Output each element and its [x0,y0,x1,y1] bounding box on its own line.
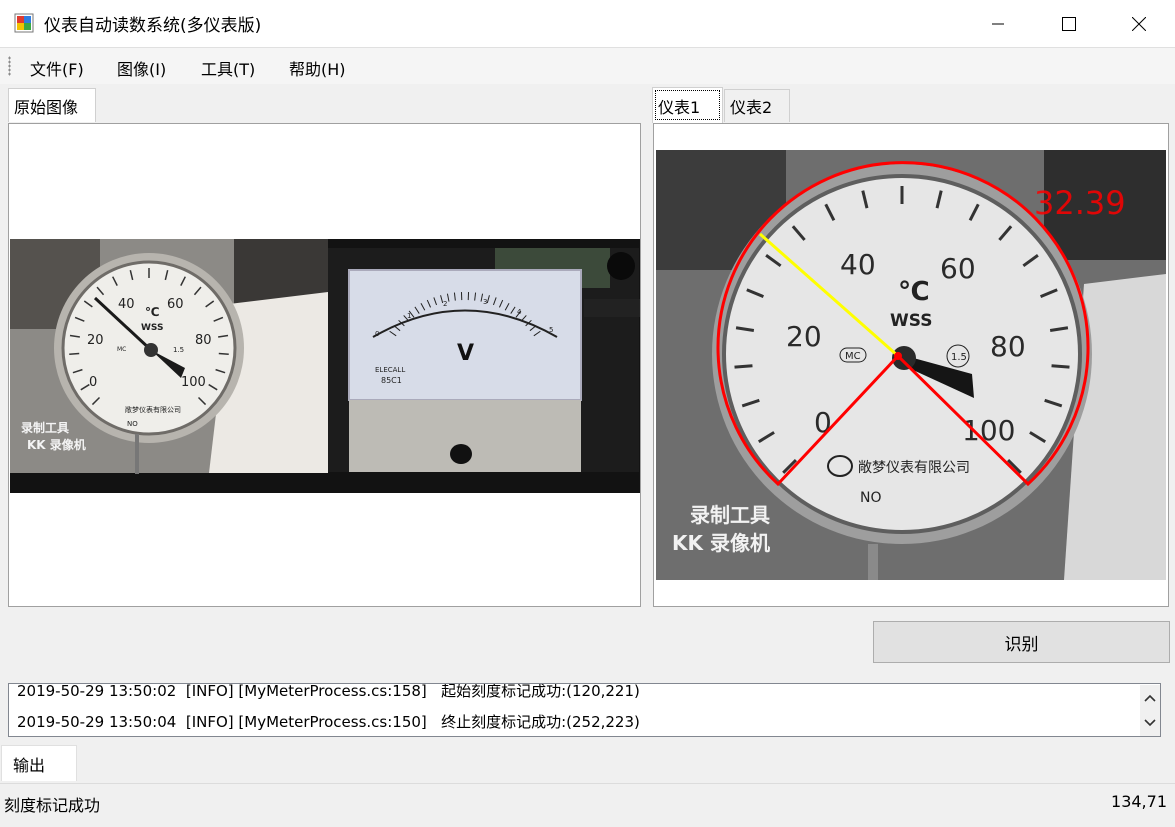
menu-bar [0,48,1175,84]
thermo-scale-0: 0 [89,375,97,390]
menu-tools[interactable]: 工具(T) [201,56,255,80]
volt-unit: V [457,341,474,366]
meter-scale-60: 60 [940,252,976,285]
meter-serial: NO [860,490,882,506]
window-title: 仪表自动读数系统(多仪表版) [44,11,261,36]
app-icon [14,13,34,33]
status-coordinates: 134,71 [1111,792,1167,811]
maximize-button[interactable] [1046,0,1092,47]
status-message: 刻度标记成功 [4,792,100,816]
tab-output[interactable]: 输出 [1,745,77,781]
log-line: 2019-50-29 13:50:02 [INFO] [MyMeterProce… [17,683,640,701]
thermo-scale-100: 100 [181,375,206,390]
status-bar [0,783,1175,827]
menu-help[interactable]: 帮助(H) [289,56,346,80]
thermo-scale-20: 20 [87,333,104,348]
minimize-icon [992,18,1004,30]
dial-tick [1052,366,1070,367]
meter-scale-100: 100 [962,414,1015,447]
meter-accuracy: 1.5 [951,352,967,363]
meter-scale-40: 40 [840,248,876,281]
close-button[interactable] [1116,0,1162,47]
meter-scale-80: 80 [990,330,1026,363]
tab-meter-1[interactable]: 仪表1 [652,87,723,123]
menu-image[interactable]: 图像(I) [117,56,166,80]
volt-scale-5: 5 [549,326,553,334]
meter-scale-20: 20 [786,320,822,353]
thermo-watermark-2: KK 录像机 [27,437,86,452]
menu-grip [8,56,11,76]
dial-tick [219,353,229,354]
volt-scale-0: 0 [375,330,379,338]
volt-brand: ELECALL [375,366,405,374]
log-line: 2019-50-29 13:50:04 [INFO] [MyMeterProce… [17,711,640,732]
original-image-panel: 0 20 40 60 80 100 ℃ WSS MC 1.5 敞梦仪表有限公司 … [8,123,641,607]
menu-file[interactable]: 文件(F) [30,56,84,80]
meter-view-panel: 0 20 40 60 80 100 ℃ WSS MC 1.5 敞梦仪表有限公司 … [653,123,1169,607]
volt-scale-4: 4 [517,308,522,316]
dial-tick [735,366,753,367]
thermo-model: WSS [141,323,164,333]
thermo-scale-60: 60 [167,297,184,312]
maximize-icon [1062,17,1076,31]
meter-model: WSS [890,311,932,331]
pointer-center-dot [894,352,902,360]
meter-watermark-2: KK 录像机 [672,531,770,555]
thermo-watermark-1: 录制工具 [21,420,69,435]
meter-image: 0 20 40 60 80 100 ℃ WSS MC 1.5 敞梦仪表有限公司 … [654,124,1168,606]
thermo-badge-mc: MC [117,346,126,353]
minimize-button[interactable] [975,0,1021,47]
output-log[interactable]: 2019-50-29 13:50:02 [INFO] [MyMeterProce… [8,683,1161,737]
original-image: 0 20 40 60 80 100 ℃ WSS MC 1.5 敞梦仪表有限公司 … [9,124,640,606]
meter-unit: ℃ [898,277,929,307]
thermo-scale-80: 80 [195,333,212,348]
meter-watermark-1: 录制工具 [690,503,770,527]
tab-meter-2[interactable]: 仪表2 [724,89,790,122]
thermo-brand: 敞梦仪表有限公司 [125,405,181,414]
close-icon [1132,17,1146,31]
volt-model: 85C1 [381,376,402,385]
meter-reading: 32.39 [1034,184,1126,222]
dial-tick [69,353,79,354]
volt-scale-1: 1 [407,312,411,320]
log-scrollbar[interactable] [1140,685,1160,736]
thermo-scale-40: 40 [118,297,135,312]
meter-badge-mc: MC [845,351,861,362]
thermo-unit: ℃ [145,305,160,319]
scroll-arrows-icon [1140,685,1160,736]
tab-original-image[interactable]: 原始图像 [8,88,96,122]
thermo-accuracy: 1.5 [173,346,184,354]
volt-scale-3: 3 [483,298,487,306]
volt-scale-2: 2 [443,300,447,308]
recognize-button[interactable]: 识别 [873,621,1170,663]
meter-brand: 敞梦仪表有限公司 [858,460,970,476]
thermo-serial: NO [127,420,138,428]
